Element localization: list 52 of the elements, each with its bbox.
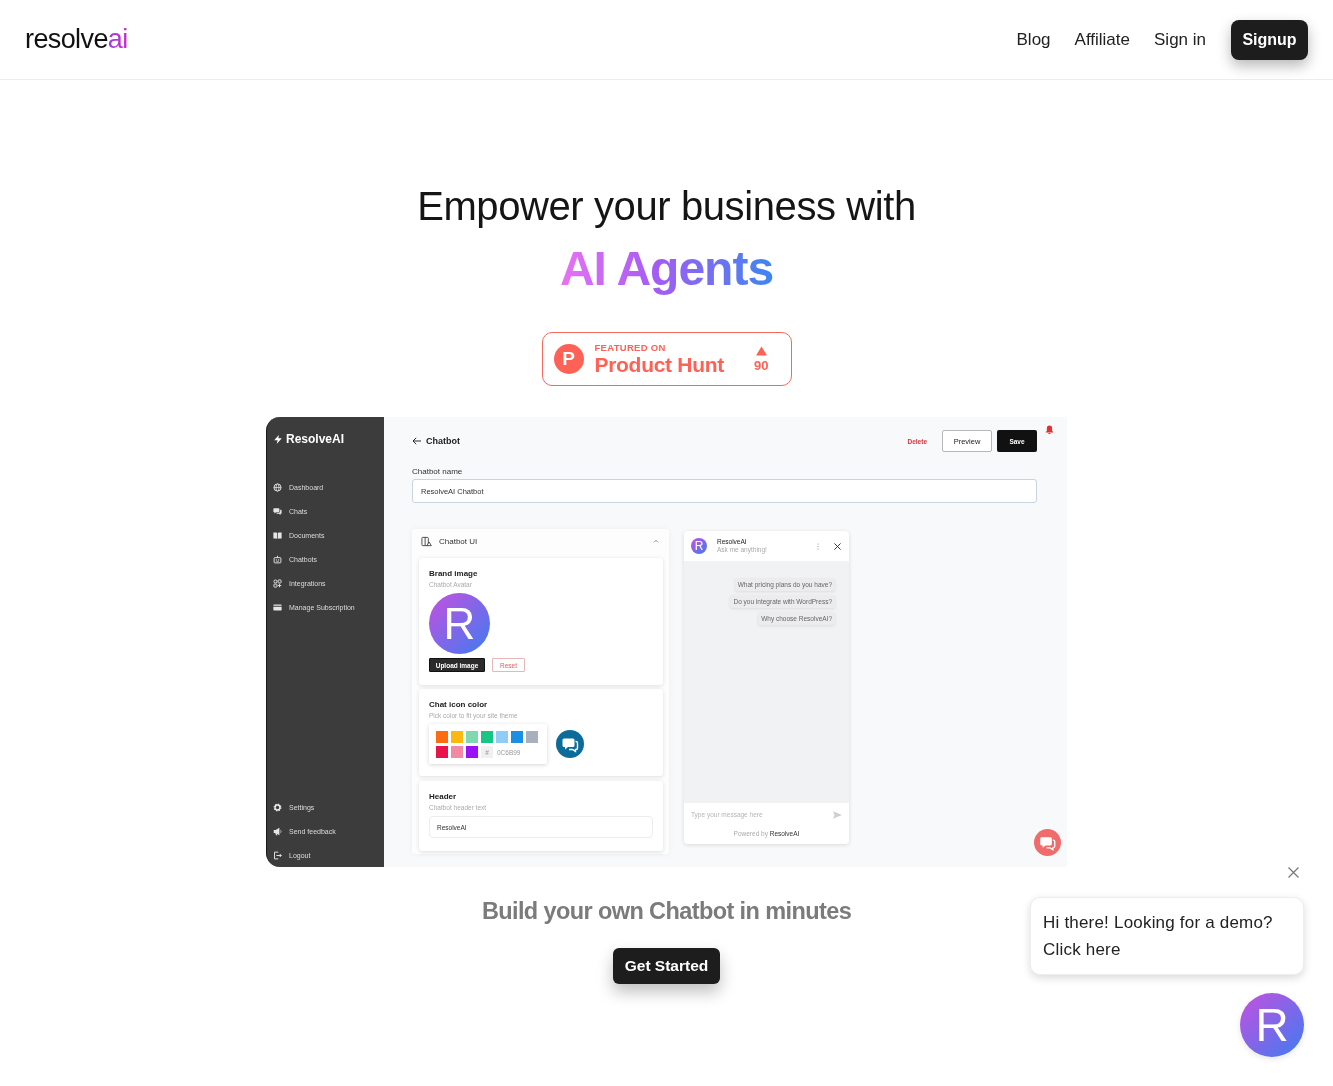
book-icon: [273, 530, 282, 540]
chat-avatar: R: [691, 538, 707, 554]
chat-bubbles-icon: [273, 506, 282, 516]
demo-message-bubble[interactable]: Hi there! Looking for a demo? Click here: [1030, 897, 1304, 975]
product-hunt-logo: P: [553, 344, 584, 374]
brand-avatar: R: [429, 593, 490, 654]
color-swatch[interactable]: [436, 746, 448, 758]
sidebar-brand: ResolveAI: [286, 432, 345, 446]
logout-icon: [273, 850, 282, 860]
badge-title: Product Hunt: [594, 353, 724, 376]
hero-title: Empower your business with: [417, 183, 916, 230]
card-title: Header: [429, 792, 458, 802]
chat-bubble-icon: [556, 730, 584, 758]
badge-eyebrow: FEATURED ON: [594, 342, 667, 353]
panel-title: Chatbot UI: [439, 536, 478, 546]
grid-icon: [273, 578, 282, 588]
color-swatch[interactable]: [451, 746, 463, 758]
bell-icon: [1045, 425, 1054, 434]
page-title: Chatbot: [426, 436, 460, 446]
field-label: Chatbot name: [412, 467, 464, 477]
nav-link[interactable]: Sign in: [1154, 29, 1206, 50]
robot-icon: [273, 554, 282, 564]
logo[interactable]: resolveai: [25, 24, 128, 55]
chat-bubble-icon[interactable]: [1034, 829, 1061, 856]
color-swatch[interactable]: [451, 731, 463, 743]
close-icon[interactable]: [834, 542, 841, 550]
globe-icon: [273, 482, 282, 492]
color-swatch[interactable]: [436, 731, 448, 743]
cta-heading: Build your own Chatbot in minutes: [481, 897, 852, 926]
get-started-button[interactable]: Get Started: [613, 948, 720, 984]
layout-icon: [421, 535, 432, 547]
send-icon[interactable]: [833, 810, 842, 819]
color-swatch[interactable]: [496, 731, 508, 743]
back-arrow-icon: [412, 437, 422, 445]
color-swatch[interactable]: [466, 731, 478, 743]
color-swatch[interactable]: [511, 731, 523, 743]
megaphone-icon: [273, 826, 282, 836]
lightning-icon: [273, 433, 283, 445]
nav-link[interactable]: Affiliate: [1074, 29, 1130, 50]
credit-card-icon: [273, 602, 282, 612]
color-swatch[interactable]: [466, 746, 478, 758]
settings-icon: [273, 802, 282, 812]
triangle-icon: [755, 345, 767, 356]
chat-launcher[interactable]: R: [1240, 993, 1304, 1057]
nav-link[interactable]: Blog: [1016, 29, 1051, 50]
color-swatch[interactable]: [526, 731, 538, 743]
chevron-up-icon[interactable]: [653, 539, 659, 543]
vote-count: 90: [754, 358, 769, 373]
color-swatch[interactable]: [481, 731, 493, 743]
card-title: Chat icon color: [429, 700, 489, 710]
signup-button[interactable]: Signup: [1231, 19, 1308, 60]
card-title: Brand image: [429, 569, 479, 579]
